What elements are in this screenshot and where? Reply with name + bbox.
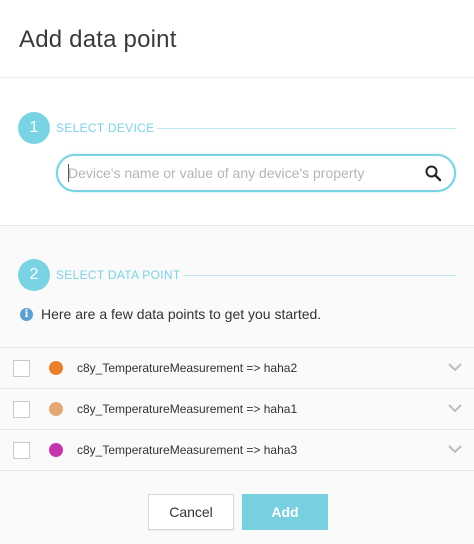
series-color-dot xyxy=(49,443,63,457)
step-1-label: SELECT DEVICE xyxy=(56,121,155,135)
dialog-header: Add data point xyxy=(0,0,474,78)
data-point-row[interactable]: c8y_TemperatureMeasurement => haha3 xyxy=(0,430,474,471)
chevron-down-icon[interactable] xyxy=(448,403,462,413)
data-point-checkbox[interactable] xyxy=(13,442,30,459)
add-button[interactable]: Add xyxy=(242,494,328,530)
info-message: i Here are a few data points to get you … xyxy=(20,306,321,322)
chevron-down-icon[interactable] xyxy=(448,362,462,372)
info-text: Here are a few data points to get you st… xyxy=(41,306,322,322)
info-icon: i xyxy=(20,307,33,321)
step-2-divider xyxy=(183,275,456,276)
step-2-label: SELECT DATA POINT xyxy=(56,268,181,282)
text-cursor xyxy=(68,164,69,182)
step-2-badge: 2 xyxy=(18,259,50,291)
series-color-dot xyxy=(49,361,63,375)
step-1-badge: 1 xyxy=(18,112,50,144)
data-point-label: c8y_TemperatureMeasurement => haha1 xyxy=(77,402,298,416)
device-search-input[interactable] xyxy=(68,162,418,184)
data-point-row[interactable]: c8y_TemperatureMeasurement => haha1 xyxy=(0,389,474,430)
series-color-dot xyxy=(49,402,63,416)
select-data-point-section: 2 SELECT DATA POINT i Here are a few dat… xyxy=(0,226,474,544)
data-point-list: c8y_TemperatureMeasurement => haha2 c8y_… xyxy=(0,347,474,471)
data-point-checkbox[interactable] xyxy=(13,360,30,377)
select-device-section: 1 SELECT DEVICE xyxy=(0,78,474,226)
data-point-label: c8y_TemperatureMeasurement => haha2 xyxy=(77,361,298,375)
data-point-row[interactable]: c8y_TemperatureMeasurement => haha2 xyxy=(0,348,474,389)
cancel-button[interactable]: Cancel xyxy=(148,494,234,530)
data-point-checkbox[interactable] xyxy=(13,401,30,418)
chevron-down-icon[interactable] xyxy=(448,444,462,454)
search-icon[interactable] xyxy=(424,164,442,182)
data-point-label: c8y_TemperatureMeasurement => haha3 xyxy=(77,443,298,457)
step-1-divider xyxy=(157,128,456,129)
dialog-title: Add data point xyxy=(19,26,177,53)
device-search-field[interactable] xyxy=(56,154,456,192)
